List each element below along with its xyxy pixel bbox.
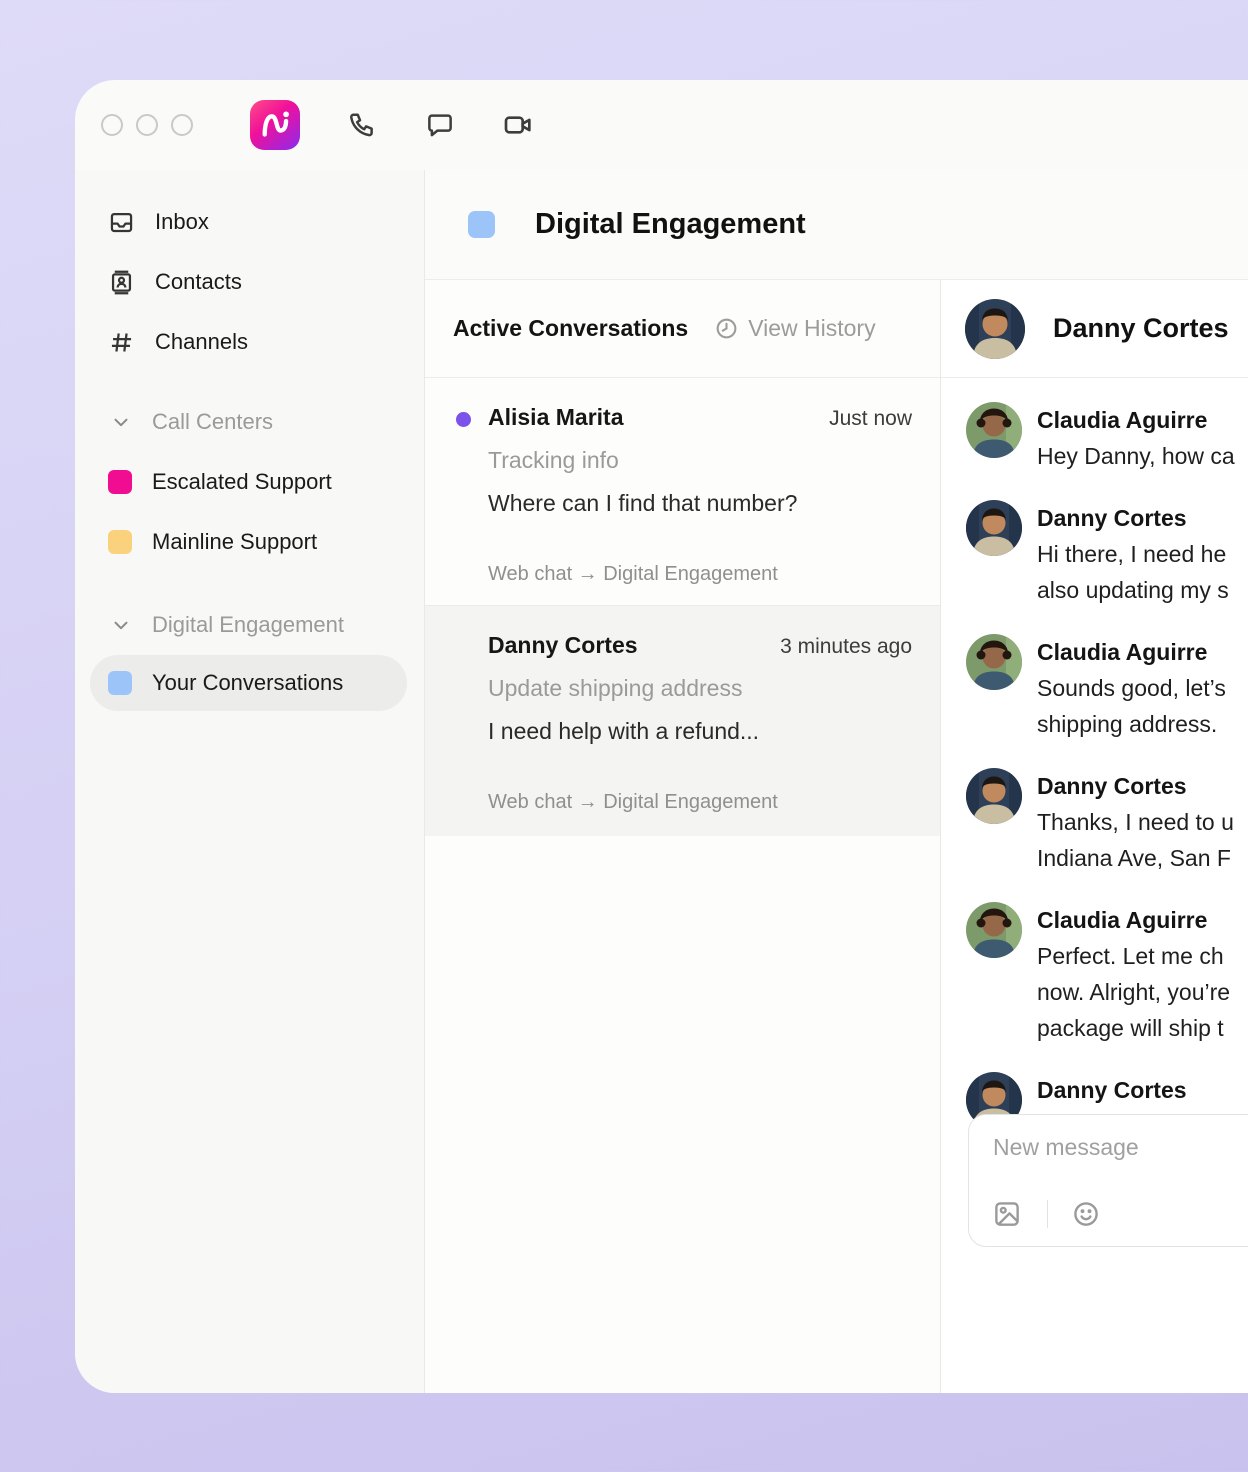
chat-title: Danny Cortes <box>1053 313 1229 344</box>
conversation-name: Danny Cortes <box>488 632 638 659</box>
list-title: Active Conversations <box>453 315 688 342</box>
composer-toolbar <box>991 1198 1102 1230</box>
clock-icon <box>714 316 739 341</box>
window-control-zoom[interactable] <box>171 114 193 136</box>
view-history-label: View History <box>748 315 875 342</box>
message-input[interactable] <box>991 1133 1245 1162</box>
message-text: also updating my s <box>1037 572 1229 608</box>
conversation-time: 3 minutes ago <box>780 635 912 659</box>
avatar-claudia-aguirre <box>966 902 1022 958</box>
avatar-danny-cortes <box>965 299 1025 359</box>
chat-bubble-icon[interactable] <box>424 109 456 141</box>
ai-logo-glyph <box>256 106 294 144</box>
hash-icon <box>108 329 135 356</box>
avatar-danny-cortes <box>966 500 1022 556</box>
message-text: package will ship t <box>1037 1010 1230 1046</box>
chevron-down-icon <box>110 411 132 433</box>
conversation-preview: Where can I find that number? <box>488 490 912 520</box>
sidebar-item-label: Channels <box>155 329 248 355</box>
queue-color-swatch <box>468 211 495 238</box>
toolbar-divider <box>1047 1200 1048 1228</box>
contacts-icon <box>108 269 135 296</box>
chat-message: Danny Cortes Hi there, I need he also up… <box>966 500 1248 608</box>
message-list: Claudia Aguirre Hey Danny, how ca <box>941 378 1248 1242</box>
message-text: Indiana Ave, San F <box>1037 840 1234 876</box>
conversation-preview: I need help with a refund... <box>488 718 912 748</box>
image-icon[interactable] <box>991 1198 1023 1230</box>
window-control-minimize[interactable] <box>136 114 158 136</box>
call-center-color-swatch <box>108 470 132 494</box>
message-text: Hi there, I need he <box>1037 536 1229 572</box>
message-sender: Claudia Aguirre <box>1037 634 1226 670</box>
message-text: now. Alright, you’re <box>1037 974 1230 1010</box>
sidebar-item-label: Escalated Support <box>152 469 332 495</box>
unread-dot <box>456 412 471 427</box>
message-text: Hey Danny, how ca <box>1037 438 1235 474</box>
sidebar-item-escalated-support[interactable]: Escalated Support <box>75 452 424 512</box>
titlebar <box>75 80 1248 170</box>
window-controls <box>101 114 193 136</box>
conversation-time: Just now <box>829 407 912 431</box>
chevron-down-icon <box>110 614 132 636</box>
window-control-close[interactable] <box>101 114 123 136</box>
conversation-route: Web chat → Digital Engagement <box>488 791 912 814</box>
sidebar-item-label: Contacts <box>155 269 242 295</box>
chat-message: Claudia Aguirre Hey Danny, how ca <box>966 402 1248 474</box>
chat-message: Claudia Aguirre Sounds good, let’s shipp… <box>966 634 1248 742</box>
conversation-list-item[interactable]: Alisia Marita Just now Tracking info Whe… <box>425 378 940 605</box>
page-title: Digital Engagement <box>535 208 806 241</box>
conversation-subject: Update shipping address <box>488 675 912 705</box>
app-window: Inbox Contacts Channels <box>75 80 1248 1393</box>
sidebar-section-call-centers[interactable]: Call Centers <box>75 392 424 452</box>
conversation-list-header: Active Conversations View History <box>425 280 940 378</box>
message-text: Sounds good, let’s <box>1037 670 1226 706</box>
conversation-list-item-selected[interactable]: Danny Cortes 3 minutes ago Update shippi… <box>425 606 940 836</box>
sidebar-item-channels[interactable]: Channels <box>75 312 424 372</box>
video-camera-icon[interactable] <box>502 109 534 141</box>
chat-panel: Danny Cortes <box>941 280 1248 1393</box>
message-sender: Danny Cortes <box>1037 1072 1240 1108</box>
avatar-danny-cortes <box>966 768 1022 824</box>
ai-app-logo[interactable] <box>250 100 300 150</box>
section-label: Digital Engagement <box>152 612 344 638</box>
message-sender: Claudia Aguirre <box>1037 902 1230 938</box>
chat-message: Claudia Aguirre Perfect. Let me ch now. … <box>966 902 1248 1046</box>
sidebar-section-digital-engagement[interactable]: Digital Engagement <box>75 595 424 655</box>
message-sender: Danny Cortes <box>1037 500 1229 536</box>
sidebar-item-mainline-support[interactable]: Mainline Support <box>75 512 424 572</box>
queue-color-swatch <box>108 671 132 695</box>
chat-header: Danny Cortes <box>941 280 1248 378</box>
conversation-subject: Tracking info <box>488 447 912 477</box>
view-history-button[interactable]: View History <box>714 315 875 342</box>
sidebar-item-label: Mainline Support <box>152 529 317 555</box>
sidebar-item-your-conversations[interactable]: Your Conversations <box>90 655 407 711</box>
sidebar: Inbox Contacts Channels <box>75 170 425 1393</box>
sidebar-item-label: Your Conversations <box>152 670 343 696</box>
smiley-icon[interactable] <box>1070 1198 1102 1230</box>
avatar-claudia-aguirre <box>966 402 1022 458</box>
message-text: shipping address. <box>1037 706 1226 742</box>
page-header: Digital Engagement <box>425 170 1248 280</box>
sidebar-item-contacts[interactable]: Contacts <box>75 252 424 312</box>
message-sender: Danny Cortes <box>1037 768 1234 804</box>
conversation-list-panel: Active Conversations View History <box>425 280 941 1393</box>
sidebar-item-label: Inbox <box>155 209 209 235</box>
main-area: Digital Engagement Active Conversations … <box>425 170 1248 1393</box>
call-center-color-swatch <box>108 530 132 554</box>
conversation-route: Web chat → Digital Engagement <box>488 563 912 586</box>
message-sender: Claudia Aguirre <box>1037 402 1235 438</box>
phone-icon[interactable] <box>346 109 378 141</box>
sidebar-item-inbox[interactable]: Inbox <box>75 192 424 252</box>
message-text: Thanks, I need to u <box>1037 804 1234 840</box>
section-label: Call Centers <box>152 409 273 435</box>
conversation-name: Alisia Marita <box>488 404 624 431</box>
chat-message: Danny Cortes Thanks, I need to u Indiana… <box>966 768 1248 876</box>
inbox-icon <box>108 209 135 236</box>
avatar-claudia-aguirre <box>966 634 1022 690</box>
message-text: Perfect. Let me ch <box>1037 938 1230 974</box>
message-composer <box>968 1114 1248 1247</box>
